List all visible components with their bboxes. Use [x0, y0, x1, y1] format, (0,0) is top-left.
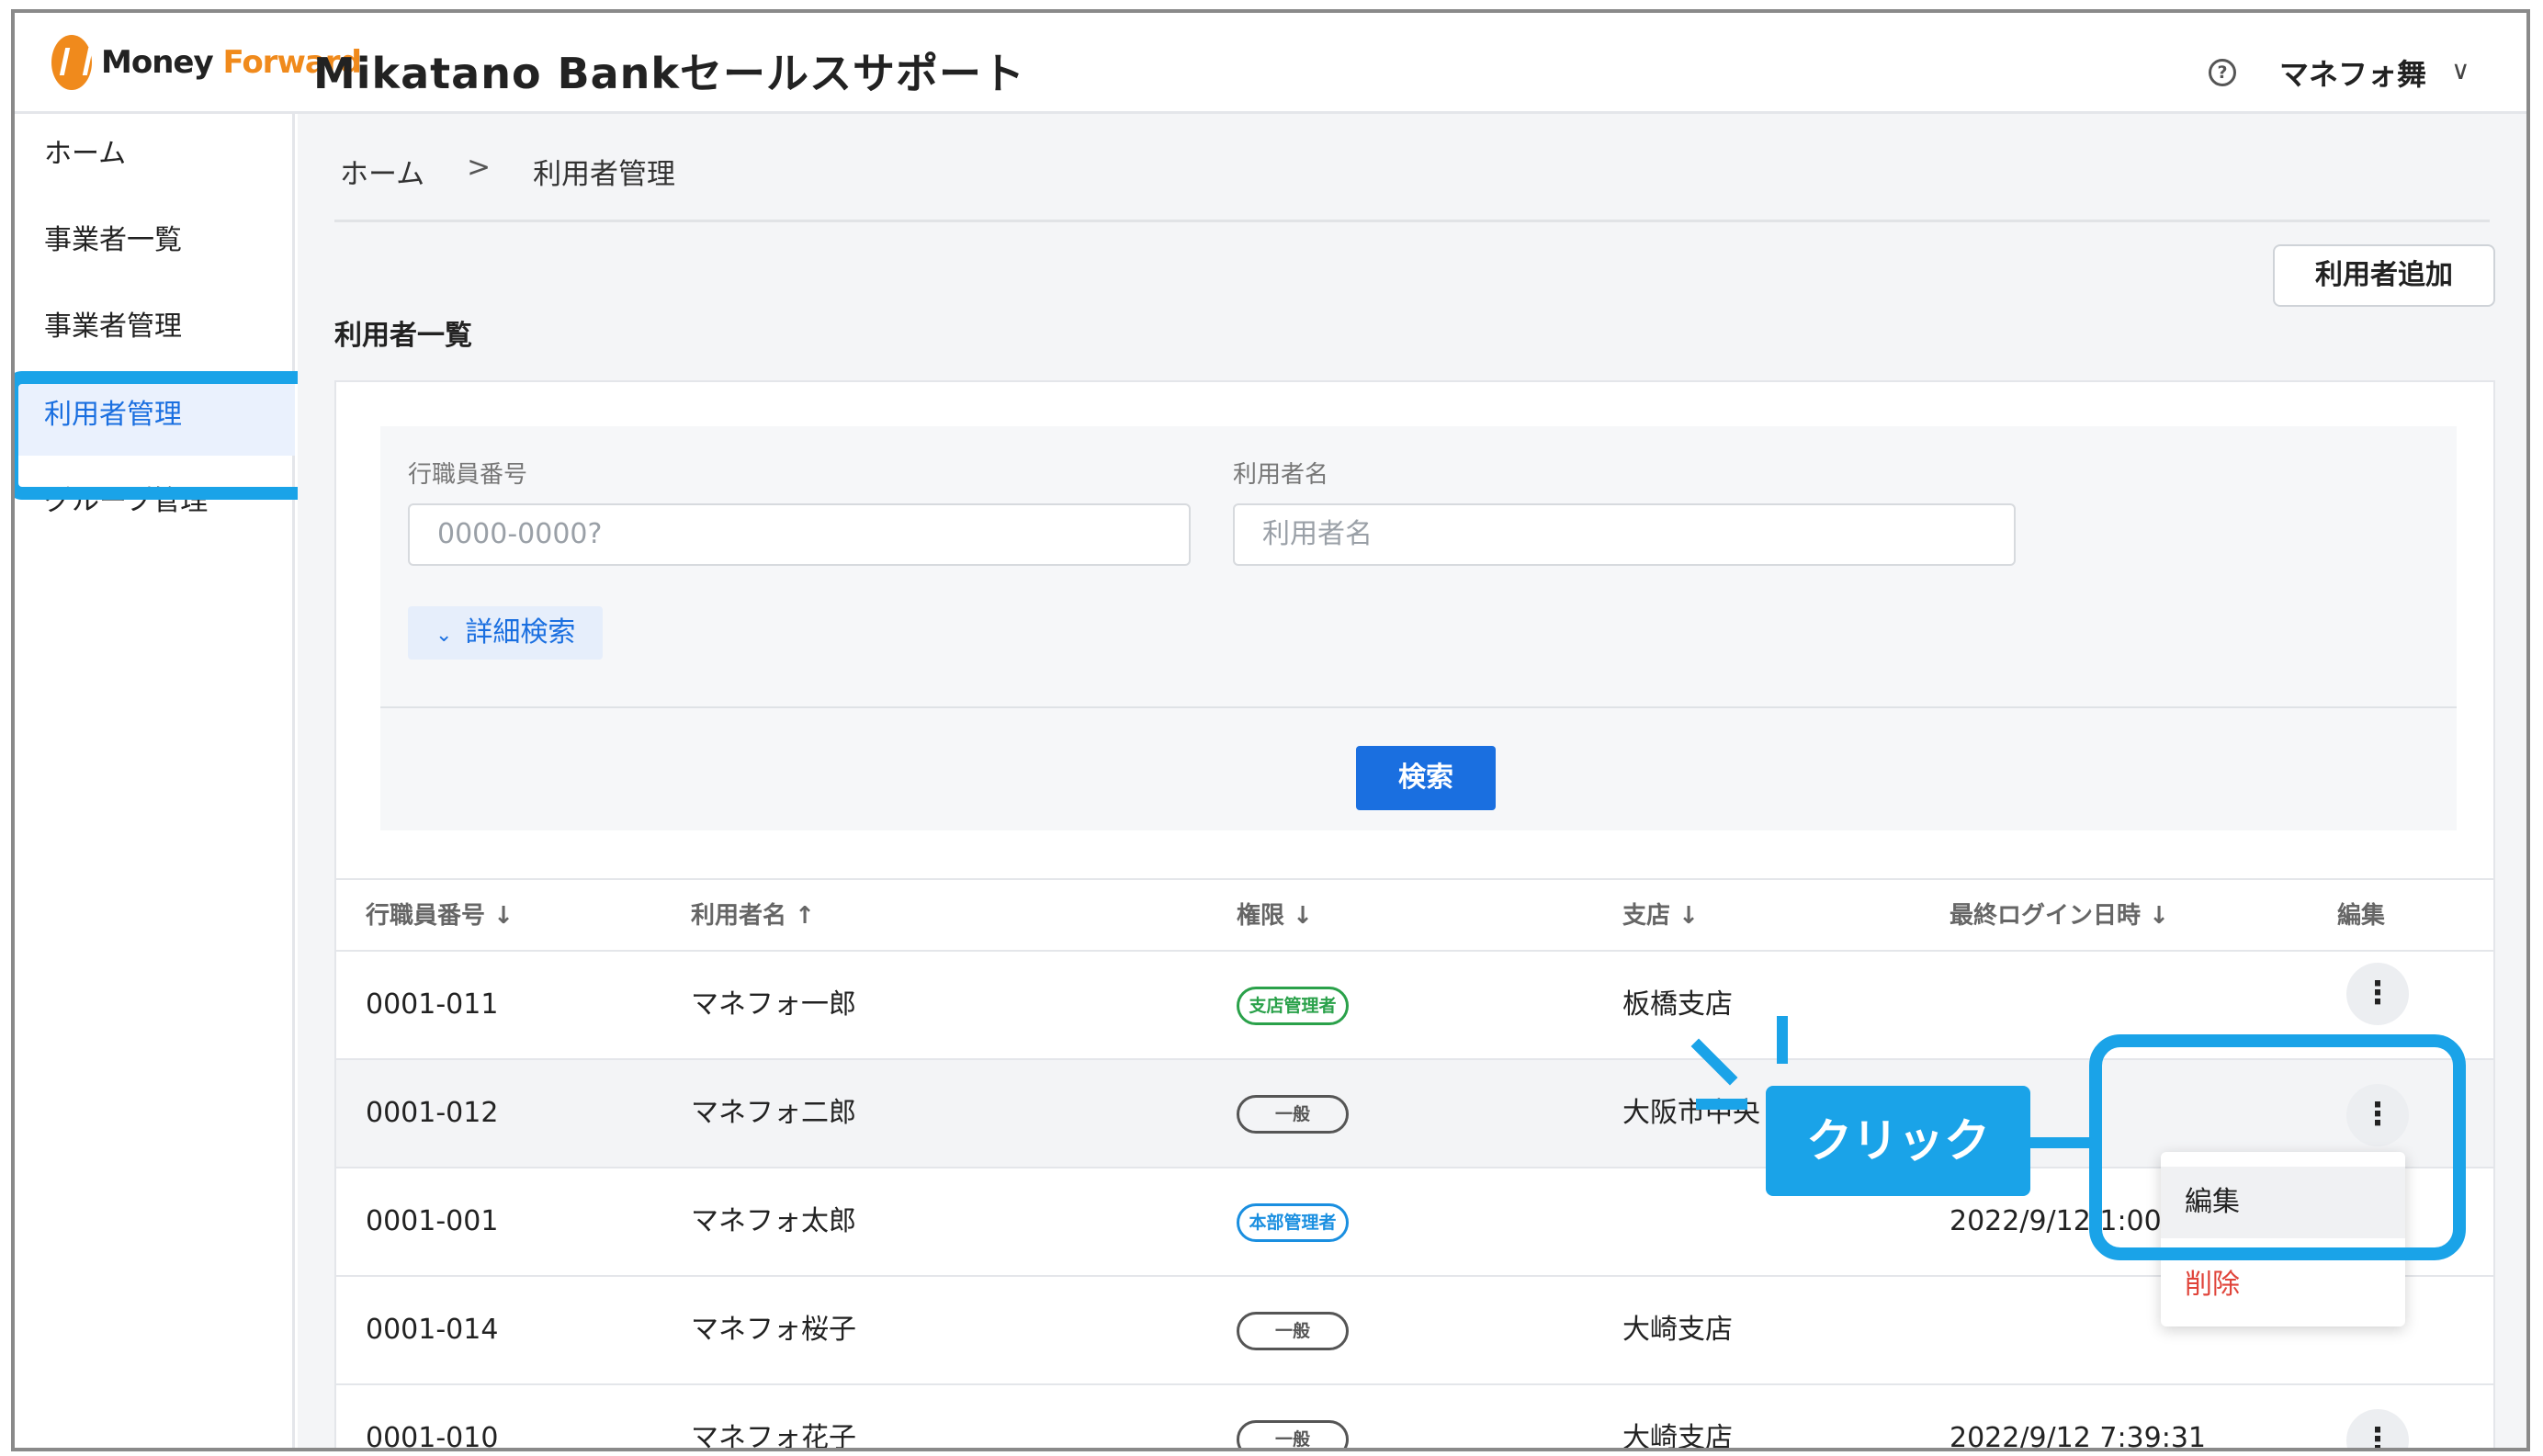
cell-employee-number: 0001-014	[366, 1314, 499, 1346]
cell-employee-number: 0001-012	[366, 1097, 499, 1129]
table-row: 0001-010 マネフォ花子 一般 大崎支店 2022/9/12 7:39:3…	[336, 1385, 2493, 1451]
divider	[334, 220, 2490, 222]
more-options-icon[interactable]: ⋮	[2346, 963, 2409, 1025]
sidebar: ホーム 事業者一覧 事業者管理 利用者管理 グループ管理	[15, 114, 295, 1448]
section-title: 利用者一覧	[334, 320, 472, 352]
money-forward-logo-mark	[51, 35, 92, 90]
cell-employee-number: 0001-001	[366, 1205, 499, 1237]
role-badge: 支店管理者	[1237, 987, 1349, 1025]
spark-line-icon	[1777, 1016, 1788, 1064]
cell-user-name: マネフォ二郎	[691, 1097, 856, 1129]
divider	[380, 706, 2457, 708]
column-header-employee-number[interactable]: 行職員番号 ↓	[366, 880, 514, 952]
cell-branch: 板橋支店	[1622, 988, 1733, 1021]
column-header-role[interactable]: 権限 ↓	[1237, 880, 1313, 952]
sort-arrow-icon: ↓	[1293, 902, 1313, 930]
breadcrumb: ホーム > 利用者管理	[340, 151, 675, 192]
employee-number-input[interactable]: 0000-0000?	[408, 503, 1191, 566]
highlight-box-menu	[2089, 1034, 2466, 1260]
logo-text-money: Money	[101, 44, 214, 81]
cell-user-name: マネフォ桜子	[691, 1314, 856, 1346]
role-badge: 一般	[1237, 1312, 1349, 1350]
top-header: Money Forward Mikatano Bankセールスサポート ? マネ…	[15, 13, 2526, 114]
column-header-branch[interactable]: 支店 ↓	[1622, 880, 1699, 952]
spark-line-icon	[1696, 1099, 1747, 1110]
sort-arrow-icon: ↓	[1678, 902, 1699, 930]
cell-branch: 大崎支店	[1622, 1314, 1733, 1346]
cell-last-login: 2022/9/12 7:39:31	[1950, 1422, 2207, 1451]
search-panel: 行職員番号 0000-0000? 利用者名 利用者名 ⌄ 詳細検索 検索	[380, 426, 2457, 830]
sort-arrow-icon: ↓	[2149, 902, 2169, 930]
click-callout: クリック	[1766, 1086, 2030, 1196]
chevron-down-icon: ⌄	[435, 624, 453, 647]
help-icon[interactable]: ?	[2209, 59, 2236, 86]
advanced-search-button[interactable]: ⌄ 詳細検索	[408, 606, 603, 660]
role-badge: 一般	[1237, 1420, 1349, 1448]
role-badge: 本部管理者	[1237, 1203, 1349, 1242]
breadcrumb-current: 利用者管理	[533, 158, 676, 191]
add-user-button[interactable]: 利用者追加	[2273, 244, 2495, 307]
role-badge: 一般	[1237, 1095, 1349, 1134]
more-options-icon[interactable]: ⋮	[2346, 1409, 2409, 1448]
sidebar-item-business-list[interactable]: 事業者一覧	[15, 200, 295, 281]
employee-number-label: 行職員番号	[408, 461, 528, 489]
cell-user-name: マネフォ一郎	[691, 988, 856, 1021]
user-name-input[interactable]: 利用者名	[1233, 503, 2016, 566]
cell-branch: 大阪市中央	[1622, 1097, 1760, 1129]
search-button[interactable]: 検索	[1356, 746, 1496, 810]
cell-employee-number: 0001-010	[366, 1422, 499, 1451]
cell-user-name: マネフォ太郎	[691, 1205, 856, 1237]
sidebar-item-home[interactable]: ホーム	[15, 114, 295, 195]
column-header-last-login[interactable]: 最終ログイン日時 ↓	[1950, 880, 2169, 952]
breadcrumb-separator-icon: >	[467, 151, 492, 184]
sidebar-item-business-management[interactable]: 事業者管理	[15, 287, 295, 367]
sort-arrow-icon: ↑	[795, 902, 815, 930]
chevron-down-icon[interactable]: ∨	[2451, 55, 2470, 85]
user-name-label: 利用者名	[1233, 461, 1329, 489]
advanced-search-label: 詳細検索	[465, 616, 576, 649]
sort-arrow-icon: ↓	[493, 902, 514, 930]
highlight-box-sidebar	[15, 371, 338, 500]
cell-user-name: マネフォ花子	[691, 1422, 856, 1451]
user-menu-name[interactable]: マネフォ舞	[2279, 51, 2426, 94]
column-header-edit: 編集	[2337, 902, 2386, 930]
app-window: Money Forward Mikatano Bankセールスサポート ? マネ…	[11, 9, 2530, 1451]
table-header: 行職員番号 ↓ 利用者名 ↑ 権限 ↓ 支店 ↓ 最終ログイン日時 ↓ 編集	[336, 878, 2493, 952]
callout-connector	[2030, 1137, 2091, 1148]
app-title: Mikatano Bankセールスサポート	[313, 49, 1026, 98]
cell-branch: 大崎支店	[1622, 1422, 1733, 1451]
breadcrumb-home[interactable]: ホーム	[340, 151, 424, 192]
column-header-user-name[interactable]: 利用者名 ↑	[691, 880, 815, 952]
cell-employee-number: 0001-011	[366, 988, 499, 1021]
